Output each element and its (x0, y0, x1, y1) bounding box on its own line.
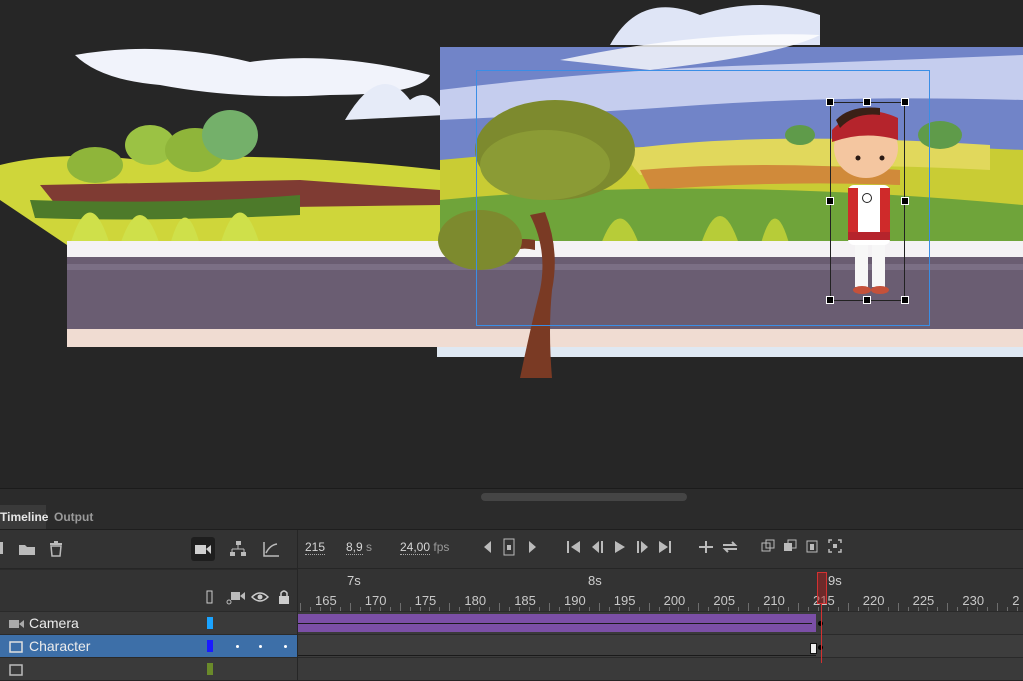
visibility-toggle-dot[interactable] (259, 645, 262, 648)
ruler-frame-label: 185 (514, 593, 536, 608)
ruler-frame-label: 230 (962, 593, 985, 608)
ruler-tick (947, 603, 949, 611)
transform-handle-bottom-left[interactable] (826, 296, 834, 304)
ruler-frame-label: 210 (763, 593, 785, 608)
ruler-frame-label: 195 (613, 593, 636, 608)
ruler-frame-label: 225 (912, 593, 935, 608)
ruler-tick (300, 603, 301, 611)
playhead-line (821, 604, 822, 663)
current-frame-field[interactable]: 215 (305, 540, 326, 555)
transform-handle-bottom-center[interactable] (863, 296, 871, 304)
playhead[interactable] (817, 572, 827, 604)
edit-multiple-frames-icon[interactable] (760, 538, 776, 554)
step-back-icon[interactable] (480, 539, 494, 555)
ruler-tick (399, 603, 401, 611)
end-frame-marker[interactable] (810, 643, 817, 654)
graph-icon[interactable] (261, 539, 281, 559)
ruler-tick (598, 603, 600, 611)
tween-arrow (298, 623, 812, 624)
lock-icon[interactable] (276, 588, 292, 606)
center-frame-icon[interactable] (502, 537, 516, 557)
character-layer-track[interactable] (298, 634, 1023, 657)
ruler-frame-label: 190 (564, 593, 586, 608)
layer-color-swatch[interactable] (207, 617, 213, 629)
fit-to-view-icon[interactable] (827, 538, 843, 554)
ruler-tick (748, 603, 750, 611)
paste-frames-icon[interactable] (804, 538, 820, 554)
eye-icon[interactable] (250, 589, 270, 605)
ruler-tick (847, 603, 849, 611)
camera-layer-icon (9, 617, 24, 629)
tab-timeline[interactable]: Timeline (0, 505, 48, 529)
camera-layer-track[interactable] (298, 611, 1023, 634)
ruler-frame-label: 175 (414, 593, 437, 608)
frame-rate-field[interactable]: 24,00 fps (400, 540, 449, 555)
transform-handle-top-center[interactable] (863, 98, 871, 106)
ruler-tick (449, 603, 451, 611)
panel-splitter[interactable] (0, 488, 1023, 505)
go-to-last-frame-icon[interactable] (656, 539, 674, 555)
tab-output[interactable]: Output (46, 505, 101, 529)
transform-pivot-point[interactable] (862, 193, 872, 203)
ruler-frame-label: 220 (862, 593, 885, 608)
highlight-icon[interactable] (204, 589, 216, 605)
ruler-frame-label: 165 (315, 593, 337, 608)
layer-header (0, 569, 297, 612)
layer-name-camera[interactable]: Camera (29, 615, 79, 631)
ruler-second-7: 7s (347, 573, 361, 588)
loop-icon[interactable] (720, 538, 740, 556)
transform-handle-middle-left[interactable] (826, 197, 834, 205)
onion-skin-outlines-icon[interactable] (782, 538, 798, 554)
ruler-tick (648, 603, 650, 611)
camera-icon[interactable] (191, 537, 215, 561)
ruler-second-8: 8s (588, 573, 602, 588)
camera-attach-icon[interactable] (225, 588, 247, 606)
layer-row-character[interactable]: Character (0, 634, 297, 657)
layer-row-partial[interactable] (0, 657, 297, 680)
onion-skin-icon[interactable] (697, 538, 715, 556)
new-folder-icon[interactable] (17, 540, 37, 558)
ruler-frame-label: 2 (1012, 593, 1020, 608)
ruler-frame-label: 205 (713, 593, 736, 608)
partial-layer-track[interactable] (298, 657, 1023, 680)
ruler-frame-label: 200 (663, 593, 686, 608)
new-layer-icon[interactable] (0, 540, 6, 556)
transform-handle-bottom-right[interactable] (901, 296, 909, 304)
horizontal-scrollbar-thumb[interactable] (481, 493, 687, 501)
ruler-tick (499, 603, 501, 611)
ruler-frame-label: 170 (364, 593, 387, 608)
panel-tab-bar: Timeline Output (0, 505, 1023, 530)
ruler-tick (798, 603, 799, 611)
layer-icon (9, 663, 23, 676)
ruler-second-9: 9s (828, 573, 842, 588)
layer-row-camera[interactable]: Camera (0, 611, 297, 634)
layer-color-swatch[interactable] (207, 663, 213, 675)
frame-span (298, 655, 816, 656)
delete-layer-icon[interactable] (47, 539, 65, 559)
elapsed-time-field[interactable]: 8,9 s (346, 540, 372, 555)
play-icon[interactable] (612, 539, 628, 555)
ruler-tick (897, 603, 899, 611)
transform-handle-top-left[interactable] (826, 98, 834, 106)
highlight-toggle-dot[interactable] (236, 645, 239, 648)
layer-name-character[interactable]: Character (29, 638, 90, 654)
timeline-ruler[interactable]: 7s 8s 9s 165 170 175 180 185 190 195 200 205 210 2… (298, 569, 1023, 611)
layer-icon (9, 640, 23, 653)
ruler-tick (549, 603, 550, 611)
layer-parenting-icon[interactable] (228, 539, 248, 559)
step-forward-icon[interactable] (526, 539, 540, 555)
next-frame-icon[interactable] (634, 539, 652, 555)
ruler-frame-label: 180 (464, 593, 487, 608)
transform-handle-middle-right[interactable] (901, 197, 909, 205)
transform-handle-top-right[interactable] (901, 98, 909, 106)
previous-frame-icon[interactable] (589, 539, 607, 555)
layer-toolbar (0, 530, 297, 568)
ruler-tick (349, 603, 351, 611)
lock-toggle-dot[interactable] (284, 645, 287, 648)
stage[interactable] (0, 0, 1023, 488)
layer-color-swatch[interactable] (207, 640, 213, 652)
ruler-tick (698, 603, 700, 611)
go-to-first-frame-icon[interactable] (565, 539, 583, 555)
ruler-tick (997, 603, 999, 611)
